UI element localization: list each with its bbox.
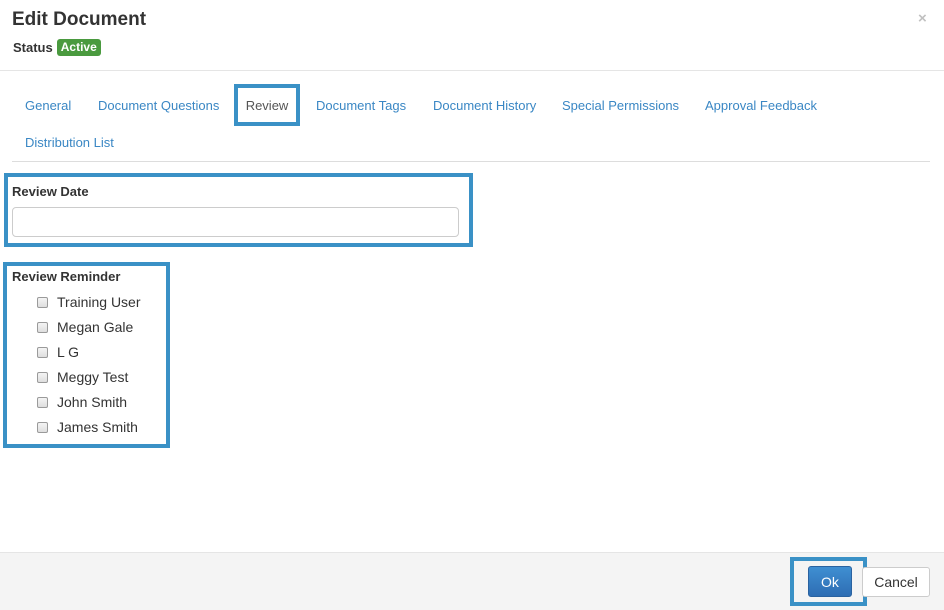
tab-review[interactable]: Review <box>234 84 300 126</box>
reminder-user-name: Meggy Test <box>57 369 129 385</box>
reminder-option: James Smith <box>37 419 138 435</box>
status-label: Status <box>13 40 53 55</box>
reminder-user-name: Megan Gale <box>57 319 134 335</box>
reminder-checkbox[interactable] <box>37 321 48 333</box>
review-date-label: Review Date <box>12 184 89 199</box>
reminder-checkbox[interactable] <box>37 346 48 358</box>
modal-header: Edit Document Status Active × <box>0 0 944 71</box>
status-row: Status Active <box>13 39 101 56</box>
ok-button[interactable]: Ok <box>808 566 852 597</box>
tab-distribution-list[interactable]: Distribution List <box>25 135 114 150</box>
reminder-user-name: John Smith <box>57 394 128 410</box>
tab-document-tags[interactable]: Document Tags <box>316 98 406 113</box>
cancel-button[interactable]: Cancel <box>862 567 930 597</box>
reminder-checkbox[interactable] <box>37 296 48 308</box>
reminder-option: Meggy Test <box>37 369 128 385</box>
reminder-user-name: Training User <box>57 294 141 310</box>
review-reminder-label: Review Reminder <box>12 269 121 284</box>
reminder-option: Megan Gale <box>37 319 133 335</box>
reminder-checkbox[interactable] <box>37 371 48 383</box>
tab-document-questions[interactable]: Document Questions <box>98 98 219 113</box>
reminder-option: Training User <box>37 294 141 310</box>
tab-bar <box>12 84 930 162</box>
tab-approval-feedback[interactable]: Approval Feedback <box>705 98 817 113</box>
tab-document-history[interactable]: Document History <box>433 98 536 113</box>
status-badge: Active <box>56 39 101 56</box>
review-date-input[interactable] <box>12 207 459 237</box>
reminder-option: John Smith <box>37 394 127 410</box>
close-icon[interactable]: × <box>918 10 927 27</box>
tab-general[interactable]: General <box>25 98 71 113</box>
reminder-checkbox[interactable] <box>37 396 48 408</box>
reminder-checkbox[interactable] <box>37 421 48 433</box>
tab-special-permissions[interactable]: Special Permissions <box>562 98 679 113</box>
modal-title: Edit Document <box>12 9 147 30</box>
reminder-user-name: L G <box>57 344 80 360</box>
reminder-user-name: James Smith <box>57 419 138 435</box>
reminder-option: L G <box>37 344 79 360</box>
